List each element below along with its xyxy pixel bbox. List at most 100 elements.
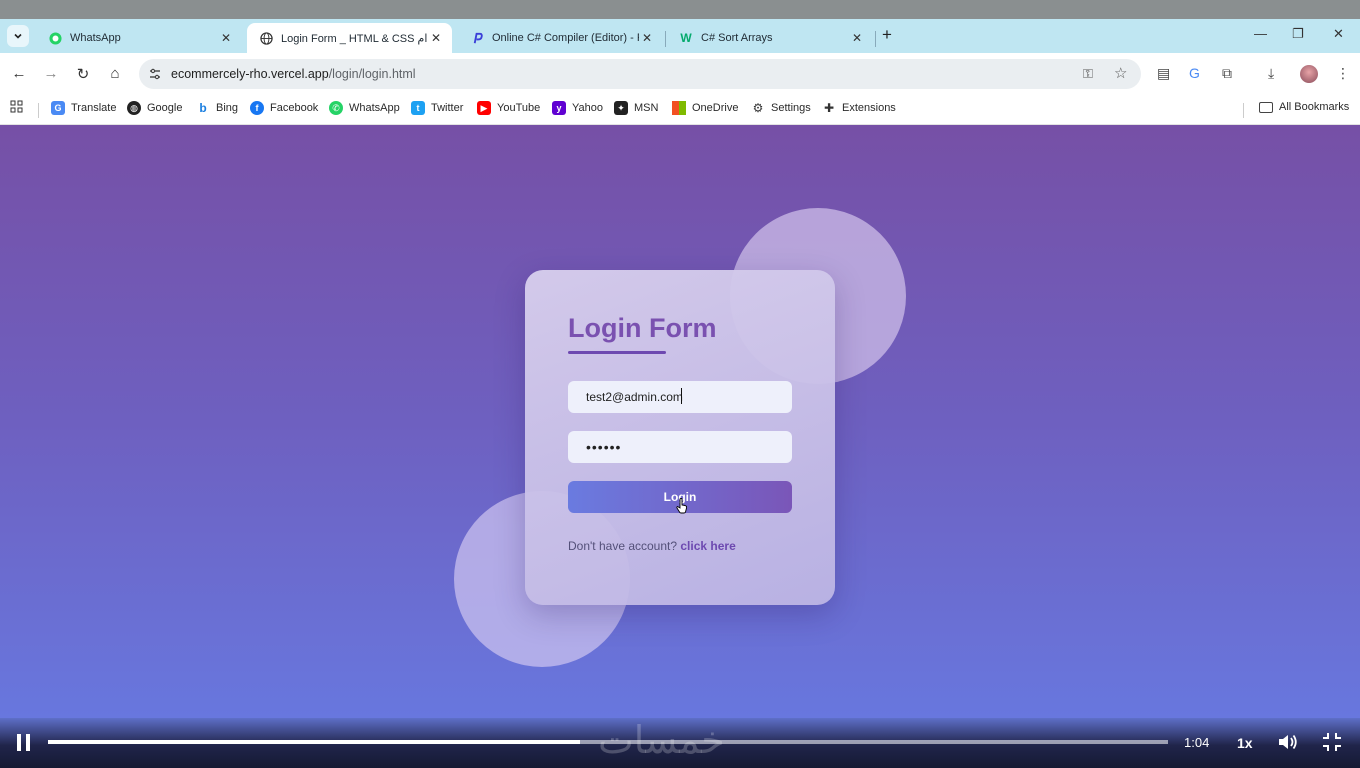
- close-icon[interactable]: ✕: [639, 31, 655, 45]
- bookmark-translate[interactable]: G Translate: [51, 101, 116, 115]
- tab-title: WhatsApp: [70, 32, 121, 44]
- bookmark-google[interactable]: ◍ Google: [127, 101, 182, 115]
- tab-title: C# Sort Arrays: [701, 32, 773, 44]
- playback-speed-button[interactable]: 1x: [1237, 735, 1253, 751]
- bing-icon: b: [199, 101, 207, 115]
- profile-avatar[interactable]: [1300, 65, 1318, 83]
- bookmark-twitter[interactable]: t Twitter: [411, 101, 463, 115]
- window-close-icon[interactable]: ✕: [1333, 26, 1344, 42]
- exit-fullscreen-icon[interactable]: [1322, 732, 1342, 752]
- whatsapp-icon: [48, 31, 62, 45]
- video-top-strip: [0, 0, 1360, 19]
- microsoft-icon: [672, 101, 686, 115]
- email-field[interactable]: [568, 381, 792, 413]
- bookmark-label: YouTube: [497, 102, 541, 114]
- twitter-icon: t: [411, 101, 425, 115]
- bookmark-separator: [38, 103, 39, 118]
- tab-separator: [875, 31, 876, 47]
- title-underline: [568, 351, 666, 354]
- password-field[interactable]: [568, 431, 792, 463]
- tab-title: Login Form _ HTML & CSS مستخدام: [281, 32, 428, 45]
- bookmark-label: Yahoo: [572, 102, 603, 114]
- tab-search-button[interactable]: [7, 25, 29, 47]
- programiz-icon: [470, 31, 484, 45]
- bookmark-label: Google: [147, 102, 183, 114]
- minimize-icon[interactable]: —: [1254, 26, 1267, 41]
- puzzle-icon: ✚: [823, 101, 835, 115]
- form-title: Login Form: [568, 313, 717, 343]
- tab-whatsapp[interactable]: WhatsApp ✕: [36, 23, 242, 53]
- restore-icon[interactable]: ❐: [1292, 26, 1304, 42]
- apps-grid-icon[interactable]: [10, 100, 24, 114]
- bookmark-label: Settings: [771, 102, 811, 114]
- bookmark-settings[interactable]: ⚙ Settings: [751, 101, 811, 115]
- msn-icon: ✦: [614, 101, 628, 115]
- globe-icon: [259, 31, 273, 45]
- time-display: 1:04: [1184, 735, 1210, 750]
- tab-title: Online C# Compiler (Editor) - P: [492, 32, 639, 44]
- home-icon[interactable]: ⌂: [105, 65, 125, 82]
- progress-fill: [48, 740, 580, 744]
- url-text[interactable]: ecommercely-rho.vercel.app/login/login.h…: [171, 67, 416, 81]
- bookmark-label: Translate: [71, 102, 117, 114]
- bookmark-onedrive[interactable]: OneDrive: [672, 101, 738, 115]
- bookmark-msn[interactable]: ✦ MSN: [614, 101, 658, 115]
- download-icon[interactable]: ⤓: [1268, 65, 1274, 82]
- reload-icon[interactable]: ↻: [73, 65, 93, 83]
- star-icon[interactable]: ☆: [1114, 64, 1127, 82]
- bookmark-label: Twitter: [431, 102, 464, 114]
- toolbar: ← → ↻ ⌂ ecommercely-rho.vercel.app/login…: [0, 53, 1360, 95]
- bookmarks-bar: G Translate ◍ Google b Bing f Facebook ✆ What…: [0, 95, 1360, 125]
- translate-icon[interactable]: G: [1189, 65, 1200, 81]
- bookmark-bing[interactable]: b Bing: [196, 101, 238, 115]
- bookmark-label: MSN: [634, 102, 659, 114]
- whatsapp-icon: ✆: [329, 101, 343, 115]
- w3schools-icon: W: [680, 31, 692, 45]
- back-arrow-icon[interactable]: ←: [9, 65, 29, 82]
- yahoo-icon: y: [552, 101, 566, 115]
- bookmark-whatsapp[interactable]: ✆ WhatsApp: [329, 101, 400, 115]
- new-tab-plus-icon[interactable]: +: [882, 25, 892, 45]
- close-icon[interactable]: ✕: [849, 31, 865, 45]
- bookmark-label: WhatsApp: [349, 102, 400, 114]
- signup-link[interactable]: click here: [680, 539, 735, 553]
- reading-list-icon[interactable]: ▤: [1157, 65, 1170, 82]
- volume-icon[interactable]: [1277, 732, 1299, 752]
- hand-cursor-icon: [676, 498, 688, 514]
- tab-csharp-sort-arrays[interactable]: W C# Sort Arrays ✕: [667, 23, 873, 53]
- bookmark-label: Extensions: [842, 102, 896, 114]
- extensions-icon[interactable]: ⧉: [1222, 65, 1232, 82]
- address-bar[interactable]: ecommercely-rho.vercel.app/login/login.h…: [139, 59, 1141, 89]
- globe-icon: ◍: [127, 101, 141, 115]
- gear-icon: ⚙: [752, 101, 764, 115]
- bookmark-label: Bing: [216, 102, 239, 114]
- tab-separator: [665, 31, 666, 47]
- all-bookmarks-button[interactable]: All Bookmarks: [1259, 101, 1349, 113]
- close-icon[interactable]: ✕: [428, 31, 444, 45]
- more-menu-icon[interactable]: ⋮: [1336, 65, 1350, 82]
- bookmark-extensions[interactable]: ✚ Extensions: [822, 101, 896, 115]
- site-info-icon[interactable]: [146, 65, 164, 83]
- close-icon[interactable]: ✕: [218, 31, 234, 45]
- bookmark-label: OneDrive: [692, 102, 739, 114]
- forward-arrow-icon[interactable]: →: [41, 65, 61, 82]
- signup-prompt: Don't have account? click here: [568, 539, 736, 553]
- url-host: ecommercely-rho.vercel.app: [171, 67, 329, 81]
- bookmark-label: Facebook: [270, 102, 319, 114]
- tab-bar: WhatsApp ✕ Login Form _ HTML & CSS مستخد…: [0, 19, 1360, 53]
- bookmark-yahoo[interactable]: y Yahoo: [552, 101, 603, 115]
- pause-icon[interactable]: [17, 734, 32, 751]
- tab-login-form[interactable]: Login Form _ HTML & CSS مستخدام ✕: [247, 23, 452, 53]
- bookmark-separator: [1243, 103, 1244, 118]
- translate-icon: G: [51, 101, 65, 115]
- url-path: /login/login.html: [328, 67, 416, 81]
- bookmark-facebook[interactable]: f Facebook: [250, 101, 318, 115]
- youtube-icon: ▶: [477, 101, 491, 115]
- watermark-logo: خمسات: [598, 718, 725, 762]
- key-icon[interactable]: ⚿: [1083, 66, 1093, 82]
- bookmark-youtube[interactable]: ▶ YouTube: [477, 101, 540, 115]
- tab-csharp-compiler[interactable]: Online C# Compiler (Editor) - P ✕: [458, 23, 663, 53]
- folder-icon: [1259, 101, 1273, 113]
- all-bookmarks-label: All Bookmarks: [1279, 101, 1350, 113]
- signup-text: Don't have account?: [568, 539, 678, 553]
